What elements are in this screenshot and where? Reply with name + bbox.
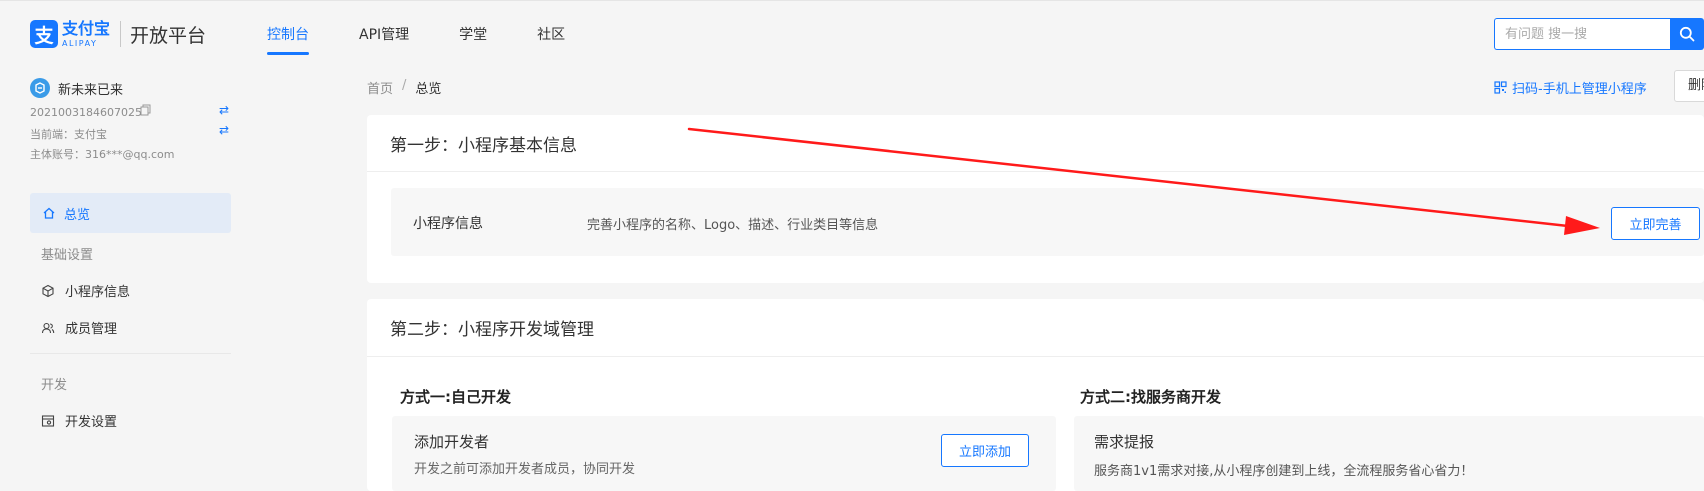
menu-group-dev: 开发 xyxy=(41,378,68,393)
requirement-desc: 服务商1v1需求对接,从小程序创建到上线，全流程服务省心省力！ xyxy=(1094,464,1474,479)
requirement-title: 需求提报 xyxy=(1094,433,1155,451)
nav-item-community[interactable]: 社区 xyxy=(537,1,565,69)
method2-title: 方式二:找服务商开发 xyxy=(1080,388,1221,406)
sidebar-divider xyxy=(30,353,231,354)
app-name: 新未来已来 xyxy=(58,82,124,98)
search-box xyxy=(1494,18,1704,50)
breadcrumb-home[interactable]: 首页 xyxy=(367,78,393,97)
qrcode-icon xyxy=(1494,81,1507,94)
cube-icon xyxy=(41,284,57,298)
info-row-desc: 完善小程序的名称、Logo、描述、行业类目等信息 xyxy=(587,218,879,233)
delete-button[interactable]: 删除 xyxy=(1674,70,1704,102)
nav-item-console[interactable]: 控制台 xyxy=(267,1,309,69)
logo-wordmark: 支付宝 ALIPAY xyxy=(62,18,111,48)
switch-app-icon[interactable]: ⇄ xyxy=(219,103,229,117)
settings-panel-icon xyxy=(41,414,57,428)
switch-client-icon[interactable]: ⇄ xyxy=(219,123,229,137)
scan-manage-link[interactable]: 扫码-手机上管理小程序 xyxy=(1494,78,1647,97)
sidebar-item-label: 总览 xyxy=(64,207,91,223)
step1-title: 第一步：小程序基本信息 xyxy=(390,136,577,156)
sidebar-item-members[interactable]: 成员管理 xyxy=(41,318,117,337)
card-divider xyxy=(367,171,1704,172)
current-client: 当前端：支付宝 xyxy=(30,128,107,141)
step2-card: 第二步：小程序开发域管理 方式一:自己开发 添加开发者 开发之前可添加开发者成员… xyxy=(367,299,1704,491)
card-divider xyxy=(367,356,1704,357)
top-bar: 支 支付宝 ALIPAY 开放平台 控制台 API管理 学堂 社区 xyxy=(0,0,1704,68)
sidebar-item-dev-settings[interactable]: 开发设置 xyxy=(41,411,117,430)
scan-link-label: 扫码-手机上管理小程序 xyxy=(1512,82,1647,97)
app-switcher[interactable]: 新未来已来 xyxy=(30,78,123,98)
add-now-button[interactable]: 立即添加 xyxy=(941,434,1029,467)
nav-item-academy[interactable]: 学堂 xyxy=(459,1,487,69)
logo-divider xyxy=(120,21,122,47)
app-id: 2021003184607025 xyxy=(30,106,142,119)
menu-group-basic: 基础设置 xyxy=(41,248,94,263)
info-row-label: 小程序信息 xyxy=(413,216,483,232)
method1-title: 方式一:自己开发 xyxy=(400,388,511,406)
breadcrumb-current: 总览 xyxy=(415,82,442,97)
search-button[interactable] xyxy=(1670,18,1704,50)
alipay-logo[interactable]: 支 支付宝 ALIPAY 开放平台 xyxy=(30,20,206,48)
home-icon xyxy=(43,207,55,219)
users-icon xyxy=(41,321,57,335)
breadcrumb: 首页 / 总览 xyxy=(367,78,441,97)
search-input[interactable] xyxy=(1494,18,1670,50)
step2-title: 第二步：小程序开发域管理 xyxy=(390,320,594,340)
platform-name: 开放平台 xyxy=(130,24,207,47)
nav-item-api[interactable]: API管理 xyxy=(359,1,409,69)
search-icon xyxy=(1679,26,1695,42)
copy-icon[interactable] xyxy=(140,104,151,119)
breadcrumb-separator: / xyxy=(402,78,407,93)
miniapp-info-row: 小程序信息 完善小程序的名称、Logo、描述、行业类目等信息 xyxy=(391,188,1704,256)
step1-card: 第一步：小程序基本信息 小程序信息 完善小程序的名称、Logo、描述、行业类目等… xyxy=(367,115,1704,283)
sidebar-item-label: 成员管理 xyxy=(65,322,118,337)
account-info: 主体账号：316***@qq.com xyxy=(30,148,175,161)
sidebar-item-miniapp-info[interactable]: 小程序信息 xyxy=(41,281,130,300)
app-logo-icon xyxy=(30,78,50,98)
add-developer-desc: 开发之前可添加开发者成员，协同开发 xyxy=(414,462,636,477)
logo-en-text: ALIPAY xyxy=(62,38,98,48)
requirement-panel: 需求提报 服务商1v1需求对接,从小程序创建到上线，全流程服务省心省力！ xyxy=(1074,416,1704,491)
main-nav: 控制台 API管理 学堂 社区 xyxy=(267,1,615,69)
complete-now-button[interactable]: 立即完善 xyxy=(1611,207,1700,240)
sidebar-item-label: 开发设置 xyxy=(65,415,118,430)
add-developer-title: 添加开发者 xyxy=(414,433,490,451)
sidebar: 新未来已来 2021003184607025 ⇄ 当前端：支付宝 ⇄ 主体账号：… xyxy=(0,68,250,491)
alipay-logo-icon: 支 xyxy=(30,20,58,48)
sidebar-item-label: 小程序信息 xyxy=(65,285,131,300)
sidebar-item-overview[interactable]: 总览 xyxy=(30,193,231,233)
logo-cn-text: 支付宝 xyxy=(62,18,111,38)
